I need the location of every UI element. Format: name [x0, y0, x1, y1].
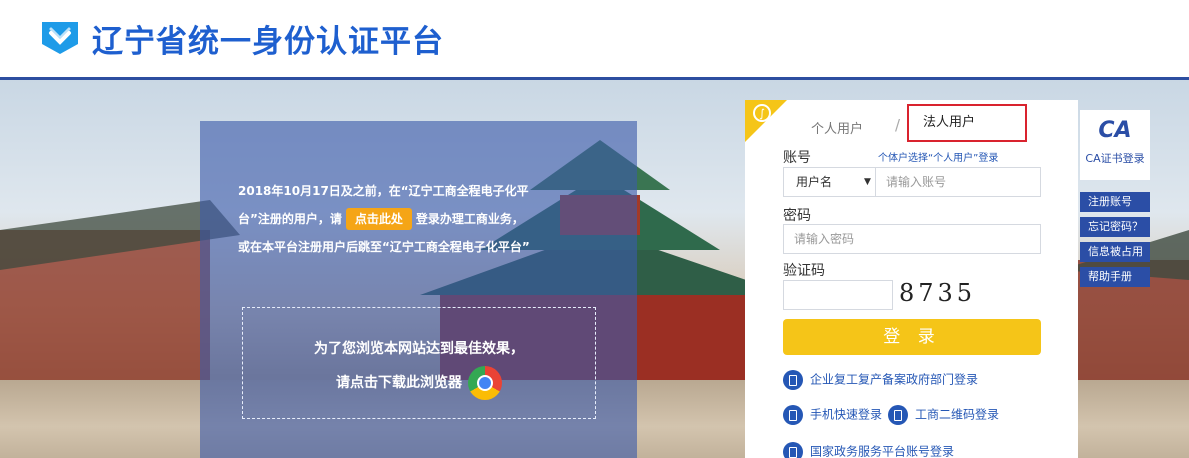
password-placeholder: 请输入密码	[794, 232, 855, 246]
notice-line-1: 2018年10月17日及之前，在“辽宁工商全程电子化平	[238, 184, 529, 198]
ca-certificate-login[interactable]: CA CA证书登录	[1080, 110, 1150, 180]
tab-legal-user[interactable]: 法人用户	[907, 104, 1027, 142]
notice-line-3: 或在本平台注册用户后跳至“辽宁工商全程电子化平台”	[238, 240, 530, 254]
ca-logo-icon: CA	[1098, 118, 1132, 143]
captcha-input[interactable]	[783, 280, 893, 310]
download-browser-link[interactable]: 请点击下载此浏览器	[336, 375, 462, 391]
captcha-image[interactable]: 8735	[899, 278, 985, 308]
logo-icon	[42, 22, 78, 54]
browser-recommend-box: 为了您浏览本网站达到最佳效果， 请点击下载此浏览器	[242, 307, 596, 419]
account-label: 账号	[783, 150, 811, 166]
phone-icon	[783, 442, 803, 458]
mobile-login-link[interactable]: 手机快速登录	[783, 405, 882, 425]
notice-line-2-suffix: 登录办理工商业务，	[415, 212, 524, 226]
hero-banner: 2018年10月17日及之前，在“辽宁工商全程电子化平 台”注册的用户，请 点击此…	[0, 80, 1189, 458]
notice-line-2-prefix: 台”注册的用户，请	[238, 212, 342, 226]
account-input[interactable]: 请输入账号	[886, 168, 946, 196]
national-login-link[interactable]: 国家政务服务平台账号登录	[783, 442, 954, 458]
click-here-button[interactable]: 点击此处	[345, 208, 412, 230]
browser-recommend-line-2: 请点击下载此浏览器	[243, 366, 595, 400]
captcha-label: 验证码	[783, 263, 825, 279]
enterprise-login-link[interactable]: 企业复工复产备案政府部门登录	[783, 370, 978, 390]
qr-login-link[interactable]: 工商二维码登录	[888, 405, 999, 425]
phone-icon	[783, 405, 803, 425]
phone-icon	[783, 370, 803, 390]
account-type-value: 用户名	[796, 175, 833, 189]
site-title: 辽宁省统一身份认证平台	[92, 24, 444, 60]
ca-login-label: CA证书登录	[1085, 152, 1145, 165]
browser-recommend-line-1: 为了您浏览本网站达到最佳效果，	[314, 341, 524, 357]
qr-login-label: 工商二维码登录	[915, 407, 1000, 422]
password-label: 密码	[783, 208, 811, 224]
national-login-label: 国家政务服务平台账号登录	[810, 444, 955, 458]
login-button[interactable]: 登 录	[783, 319, 1041, 355]
site-header: 辽宁省统一身份认证平台	[0, 0, 1189, 80]
qr-code-icon	[888, 405, 908, 425]
tab-separator: /	[895, 116, 901, 134]
account-hint: 个体户选择“个人用户”登录	[878, 153, 999, 164]
key-icon: ∫	[753, 104, 771, 122]
dropdown-arrow-icon: ▼	[864, 177, 871, 187]
register-account-link[interactable]: 注册账号	[1080, 192, 1150, 212]
tab-personal-user[interactable]: 个人用户	[811, 118, 863, 137]
account-type-select[interactable]: 用户名 ▼	[784, 168, 876, 196]
notice-panel: 2018年10月17日及之前，在“辽宁工商全程电子化平 台”注册的用户，请 点击此…	[200, 121, 637, 458]
login-panel: ∫ 个人用户 / 法人用户 账号 个体户选择“个人用户”登录 用户名 ▼ 请输入…	[745, 100, 1078, 458]
forgot-password-link[interactable]: 忘记密码？	[1080, 217, 1150, 237]
chrome-icon[interactable]	[468, 366, 502, 400]
mobile-login-label: 手机快速登录	[810, 407, 883, 422]
info-occupied-link[interactable]: 信息被占用	[1080, 242, 1150, 262]
password-input[interactable]: 请输入密码	[783, 224, 1041, 254]
notice-text: 2018年10月17日及之前，在“辽宁工商全程电子化平 台”注册的用户，请 点击此…	[238, 177, 618, 261]
account-field: 用户名 ▼ 请输入账号	[783, 167, 1041, 197]
enterprise-login-label: 企业复工复产备案政府部门登录	[810, 372, 979, 387]
notice-line-2: 台”注册的用户，请 点击此处 登录办理工商业务，	[238, 205, 618, 233]
help-manual-link[interactable]: 帮助手册	[1080, 267, 1150, 287]
